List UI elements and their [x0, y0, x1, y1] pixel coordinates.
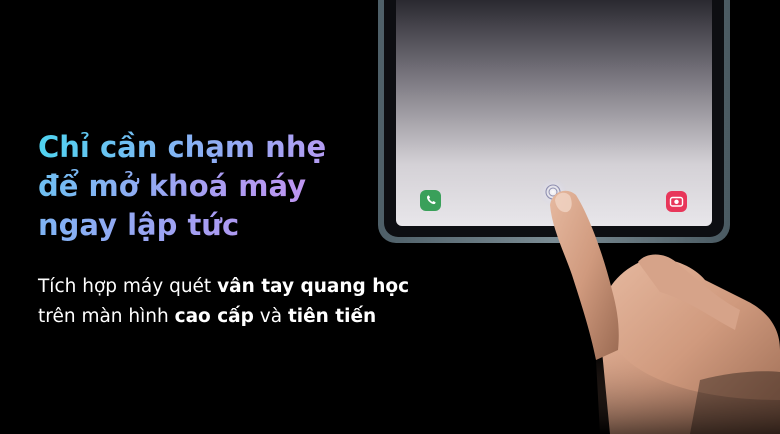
camera-icon	[666, 191, 687, 212]
headline-line-2: để mở khoá máy	[38, 167, 326, 206]
headline-line-1: Chỉ cần chạm nhẹ	[38, 128, 326, 167]
headline-line-3: ngay lập tức	[38, 206, 326, 245]
description-line-2: trên màn hình cao cấp và tiên tiến	[38, 302, 409, 332]
headline: Chỉ cần chạm nhẹ để mở khoá máy ngay lập…	[38, 128, 326, 245]
description-line-1: Tích hợp máy quét vân tay quang học	[38, 272, 409, 302]
description: Tích hợp máy quét vân tay quang học trên…	[38, 272, 409, 332]
description-highlight: cao cấp	[174, 306, 254, 327]
phone-icon	[420, 190, 441, 211]
description-highlight: vân tay quang học	[217, 276, 410, 297]
description-text: Tích hợp máy quét	[38, 276, 218, 297]
description-text: và	[253, 306, 288, 327]
description-text: trên màn hình	[38, 306, 175, 327]
description-highlight: tiên tiến	[287, 306, 377, 327]
